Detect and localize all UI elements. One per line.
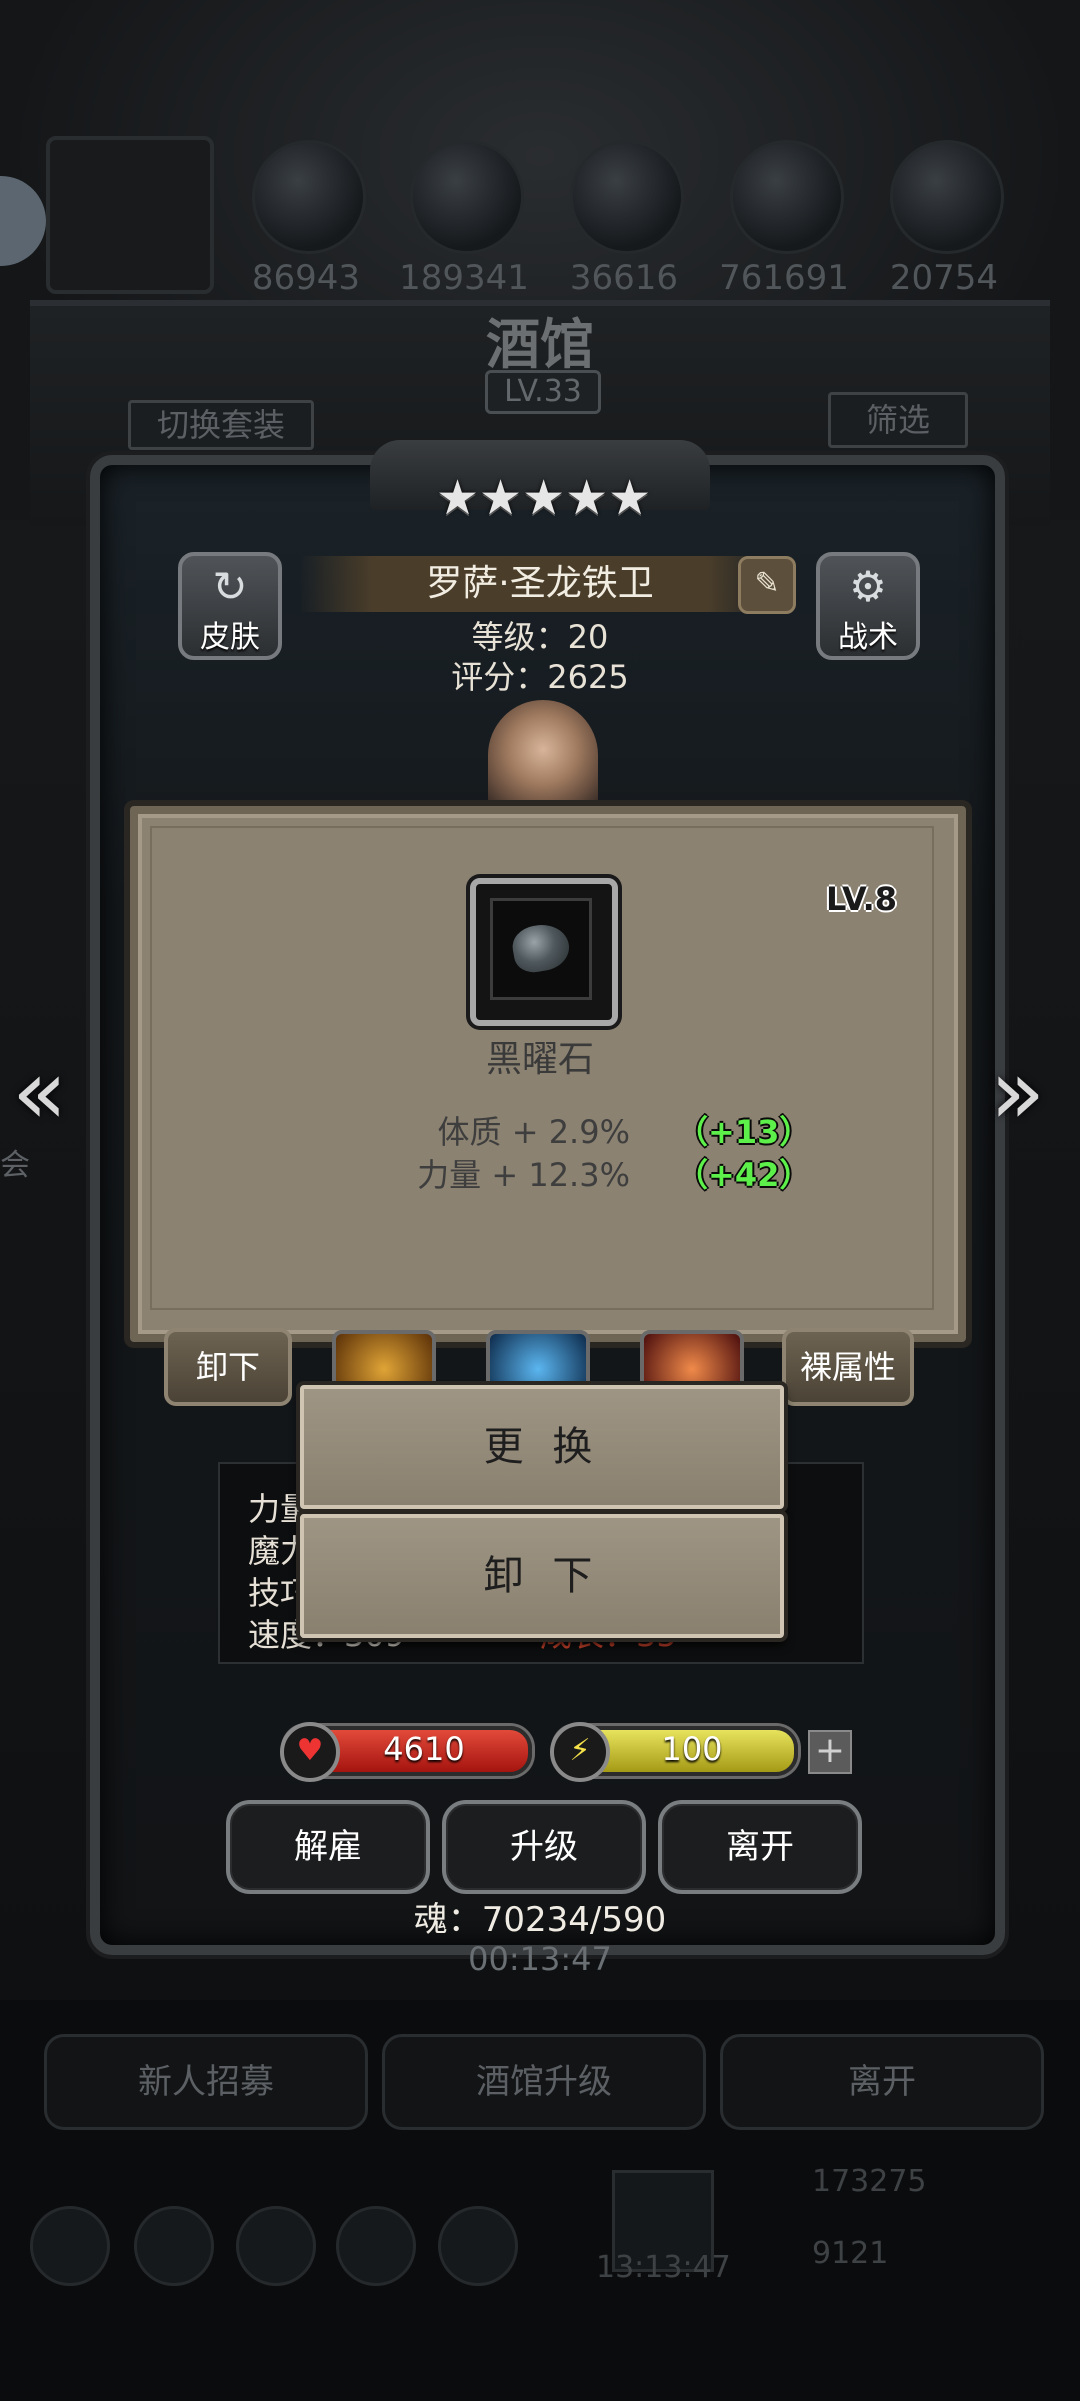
tactics-button[interactable]: ⚙ 战术 [816,552,920,660]
resource-icon-1 [252,140,366,254]
switch-set-button[interactable]: 切换套装 [128,400,314,450]
dock-icon-3[interactable] [236,2206,316,2286]
dock-currency: 173275 [812,2164,927,2199]
dock-icon-1[interactable] [30,2206,110,2286]
pencil-icon: ✎ [754,566,780,601]
edit-name-button[interactable]: ✎ [738,556,796,614]
energy-value: 100 [661,1730,723,1768]
item-slot [470,878,618,1026]
skin-label: 皮肤 [200,620,260,655]
resource-count: 761691 [719,258,849,298]
skin-button[interactable]: ↻ 皮肤 [178,552,282,660]
resource-icon-2 [410,140,524,254]
plus-icon: + [814,1730,846,1771]
item-stat-bonus: （+13） [676,1107,811,1153]
hero-name: 罗萨·圣龙铁卫 [300,556,780,612]
dock-icon-2[interactable] [134,2206,214,2286]
resource-count: 36616 [569,258,679,298]
dock-icon-5[interactable] [438,2206,518,2286]
unequip-button[interactable]: 卸 下 [300,1514,784,1638]
dock-icon-4[interactable] [336,2206,416,2286]
filter-button[interactable]: 筛选 [828,392,968,448]
previous-hero-arrow-icon[interactable]: « [12,1040,67,1145]
upgrade-button[interactable]: 升级 [442,1800,646,1894]
item-name: 黑曜石 [485,1039,594,1080]
resource-icon-3 [570,140,684,254]
dock-time: 13:13:47 [596,2250,731,2285]
side-text: 会 [0,1148,30,1183]
tavern-leave-button[interactable]: 离开 [720,2034,1044,2130]
dock-currency: 9121 [812,2236,889,2271]
item-level: LV.8 [826,880,898,918]
add-energy-button[interactable]: + [808,1730,852,1774]
resource-count: 20754 [889,258,999,298]
soul-counter: 魂：70234/590 [413,1900,667,1940]
leave-button[interactable]: 离开 [658,1800,862,1894]
tavern-title: 酒馆 [486,312,594,376]
item-stat-label: 体质 + 2.9% [437,1113,630,1151]
resource-count: 86943 [251,258,361,298]
timer: 00:13:47 [468,1940,612,1978]
tavern-upgrade-button[interactable]: 酒馆升级 [382,2034,706,2130]
gear-icon: ⚙ [849,562,887,611]
item-stat-label: 力量 + 12.3% [417,1156,630,1194]
tactics-label: 战术 [838,620,898,655]
resource-icon-4 [730,140,844,254]
bare-attributes-button[interactable]: 裸属性 [782,1328,914,1406]
tavern-level: LV.33 [485,370,601,414]
resource-icon-5 [890,140,1004,254]
next-hero-arrow-icon[interactable]: » [990,1040,1045,1145]
star-rating: ★★★★★ [436,470,652,526]
dismiss-button[interactable]: 解雇 [226,1800,430,1894]
resource-slot-main [46,136,214,294]
resource-count: 189341 [399,258,529,298]
replace-button[interactable]: 更 换 [300,1385,784,1509]
hp-value: 4610 [383,1730,465,1768]
unequip-all-button[interactable]: 卸下 [164,1328,292,1406]
item-stat-bonus: （+42） [676,1150,811,1196]
obsidian-stone-icon [509,920,573,976]
shirt-refresh-icon: ↻ [212,562,248,611]
item-stat-bonus-text: （+13） [676,1113,812,1151]
hero-portrait [488,700,598,810]
recruit-button[interactable]: 新人招募 [44,2034,368,2130]
hero-score: 评分：2625 [451,658,629,696]
item-stat-bonus-text: （+42） [676,1156,812,1194]
